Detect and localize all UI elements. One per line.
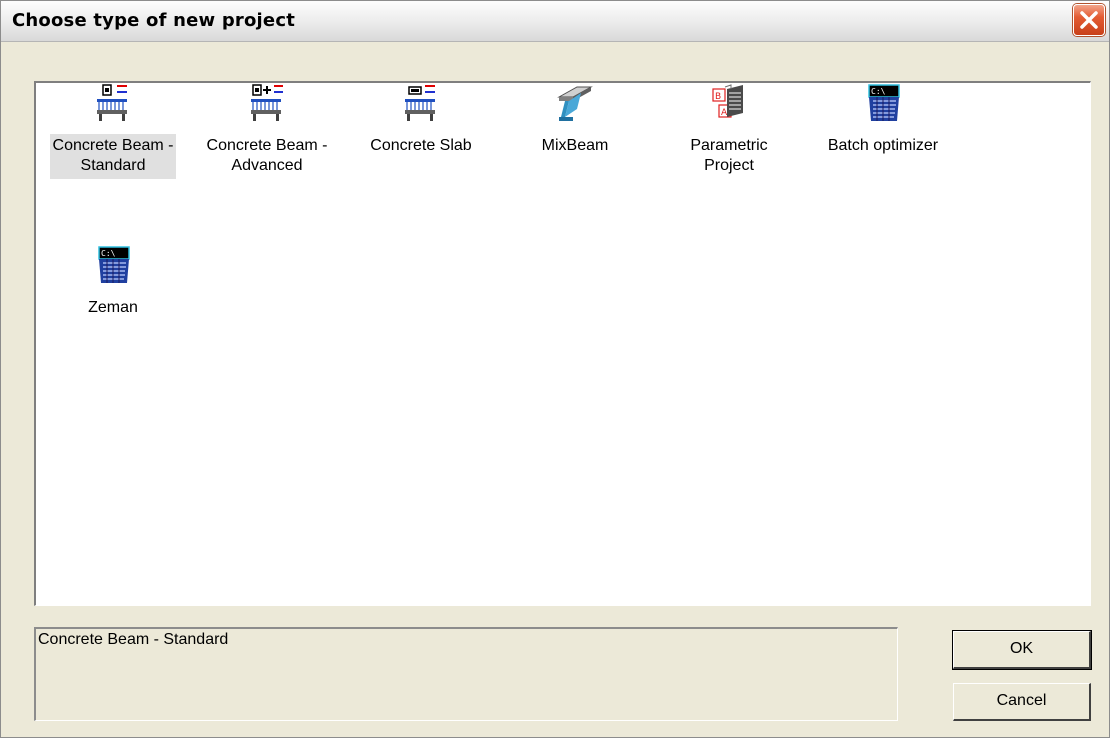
parametric-project-icon: B A <box>712 84 743 118</box>
svg-text:B: B <box>715 92 721 102</box>
cancel-button[interactable]: Cancel <box>953 683 1091 721</box>
project-item-parametric-project[interactable]: B A Parametric Project <box>652 83 806 179</box>
close-button[interactable] <box>1073 4 1105 36</box>
concrete-beam-advanced-icon <box>251 84 283 121</box>
svg-text:C:\: C:\ <box>101 249 116 258</box>
project-label: Parametric Project <box>690 137 768 174</box>
project-label: Concrete Beam - Advanced <box>206 137 328 174</box>
project-item-concrete-beam-advanced[interactable]: Concrete Beam - Advanced <box>190 83 344 179</box>
project-label: Concrete Slab <box>370 137 472 154</box>
title-bar[interactable]: Choose type of new project <box>1 1 1109 42</box>
project-description: Concrete Beam - Standard <box>34 627 898 721</box>
project-item-zeman[interactable]: C:\ Zeman <box>36 245 190 321</box>
project-item-batch-optimizer[interactable]: C:\ Batch optimizer <box>806 83 960 159</box>
project-label: Batch optimizer <box>827 137 939 154</box>
new-project-dialog: Choose type of new project Concrete Beam… <box>0 0 1110 738</box>
concrete-beam-standard-icon <box>97 84 127 121</box>
mixbeam-icon <box>557 86 593 121</box>
project-label: Concrete Beam - Standard <box>49 134 177 179</box>
project-item-concrete-slab[interactable]: Concrete Slab <box>344 83 498 159</box>
close-icon <box>1080 11 1098 29</box>
project-label: Zeman <box>88 299 138 316</box>
concrete-slab-icon <box>405 85 435 121</box>
project-item-mixbeam[interactable]: MixBeam <box>498 83 652 159</box>
svg-text:C:\: C:\ <box>871 87 886 96</box>
project-label: MixBeam <box>541 137 609 154</box>
project-item-concrete-beam-standard[interactable]: Concrete Beam - Standard <box>36 83 190 179</box>
ok-button[interactable]: OK <box>952 630 1092 670</box>
project-type-list[interactable]: Concrete Beam - Standard Concrete Beam -… <box>34 81 1091 606</box>
zeman-icon: C:\ <box>98 246 130 283</box>
batch-optimizer-icon: C:\ <box>868 84 900 121</box>
dialog-title: Choose type of new project <box>12 10 296 31</box>
svg-text:A: A <box>721 108 728 118</box>
